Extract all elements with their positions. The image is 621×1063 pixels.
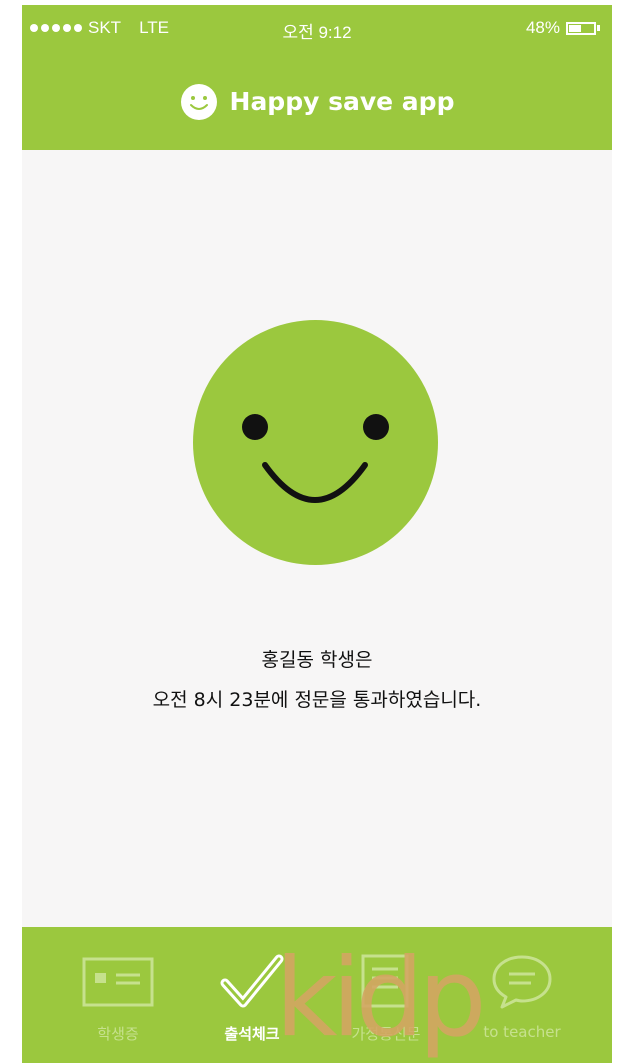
id-card-icon bbox=[82, 957, 154, 1007]
big-smiley-face-icon bbox=[193, 320, 438, 565]
status-right: 48% bbox=[526, 18, 600, 38]
tab-student-id[interactable]: 학생증 bbox=[59, 927, 177, 1063]
app-header: Happy save app bbox=[22, 53, 612, 150]
status-time: 오전 9:12 bbox=[282, 23, 352, 42]
battery-icon bbox=[566, 21, 596, 35]
attendance-content: 홍길동 학생은 오전 8시 23분에 정문을 통과하였습니다. bbox=[22, 150, 612, 925]
smiley-logo-icon bbox=[180, 83, 217, 120]
tab-label: 출석체크 bbox=[224, 1025, 280, 1043]
tab-label: 학생증 bbox=[97, 1025, 139, 1043]
student-name-message: 홍길동 학생은 bbox=[261, 649, 373, 671]
status-bar: SKT LTE 오전 9:12 48% bbox=[22, 5, 612, 53]
battery-tip bbox=[597, 25, 600, 31]
phone-screen: SKT LTE 오전 9:12 48% Happy save app 홍길동 학… bbox=[22, 5, 612, 1063]
kidp-watermark-logo: kidp bbox=[275, 940, 487, 1061]
gate-pass-message: 오전 8시 23분에 정문을 통과하였습니다. bbox=[152, 689, 482, 711]
svg-text:kidp: kidp bbox=[275, 940, 481, 1061]
app-title: Happy save app bbox=[229, 87, 455, 116]
battery-percent: 48% bbox=[525, 18, 560, 37]
